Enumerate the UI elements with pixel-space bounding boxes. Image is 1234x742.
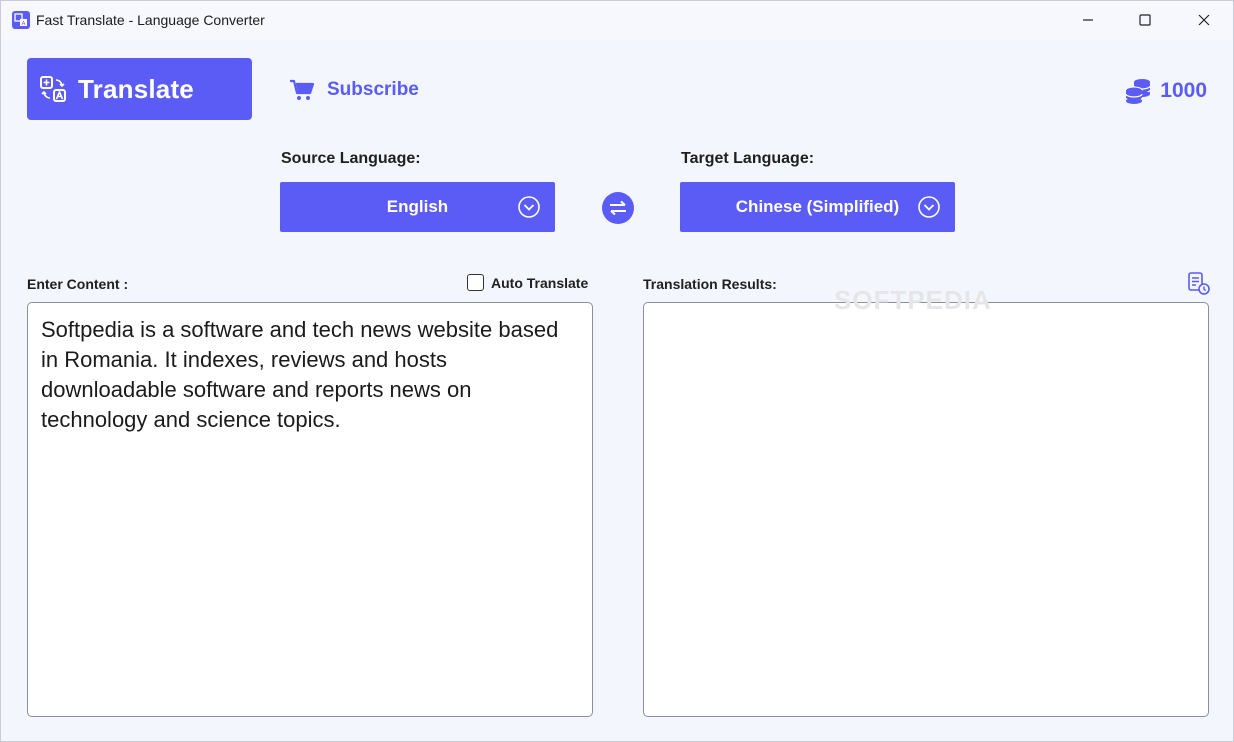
source-language-value: English: [386, 197, 449, 216]
source-text-input[interactable]: Softpedia is a software and tech news we…: [28, 303, 592, 716]
coins-icon: [1125, 79, 1151, 104]
translation-results-area[interactable]: [643, 302, 1209, 717]
title-bar: A Fast Translate - Language Converter: [1, 1, 1233, 39]
target-language-value: Chinese (Simplified): [735, 197, 900, 216]
enter-content-label: Enter Content :: [27, 276, 129, 292]
coins-count: 1000: [1160, 79, 1207, 102]
minimize-icon: [1083, 19, 1093, 21]
target-language-dropdown[interactable]: Chinese (Simplified): [680, 182, 955, 232]
source-language-dropdown[interactable]: English: [280, 182, 555, 232]
auto-translate-checkbox[interactable]: [467, 274, 484, 291]
translate-icon: [40, 76, 66, 102]
close-icon: [1198, 14, 1210, 26]
swap-languages-button[interactable]: [602, 192, 634, 224]
subscribe-tab-label: Subscribe: [327, 79, 419, 100]
translate-tab[interactable]: Translate: [27, 58, 252, 120]
app-window: A Fast Translate - Language Converter Tr…: [0, 0, 1234, 742]
svg-text:A: A: [22, 21, 26, 27]
app-logo-icon: A: [12, 11, 30, 29]
translation-results-label: Translation Results:: [643, 276, 777, 292]
close-button[interactable]: [1181, 1, 1227, 39]
swap-icon: [610, 200, 626, 216]
source-language-label: Source Language:: [281, 150, 421, 167]
maximize-icon: [1139, 14, 1151, 26]
target-language-label: Target Language:: [681, 150, 815, 167]
auto-translate-label: Auto Translate: [491, 274, 589, 291]
maximize-button[interactable]: [1122, 1, 1168, 39]
history-icon[interactable]: [1186, 271, 1210, 295]
watermark: SOFTPEDIA: [834, 285, 992, 315]
source-text-area[interactable]: Softpedia is a software and tech news we…: [27, 302, 593, 717]
subscribe-tab[interactable]: Subscribe: [289, 73, 419, 107]
window-title: Fast Translate - Language Converter: [36, 12, 265, 28]
cart-icon: [290, 79, 315, 100]
translate-tab-label: Translate: [78, 73, 194, 104]
coins-balance: 1000: [1124, 75, 1207, 107]
chevron-down-icon: [518, 196, 540, 218]
chevron-down-icon: [918, 196, 940, 218]
minimize-button[interactable]: [1065, 1, 1111, 39]
auto-translate-toggle[interactable]: Auto Translate: [467, 274, 588, 291]
